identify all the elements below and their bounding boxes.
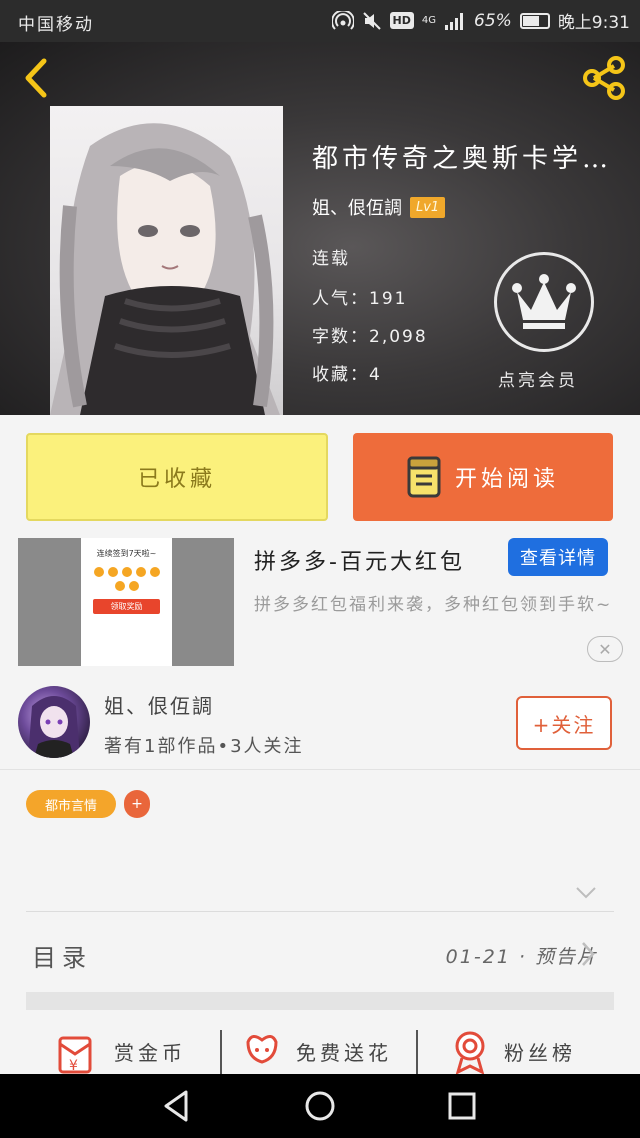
battery-icon — [519, 12, 550, 29]
chevron-left-icon — [25, 58, 47, 98]
serial-status: 连载 — [312, 249, 350, 269]
collected-button[interactable]: 已收藏 — [26, 433, 328, 521]
vip-button[interactable] — [494, 252, 594, 352]
carrier-label: 中国移动 — [18, 15, 94, 35]
book-cover[interactable] — [50, 106, 283, 415]
nav-back-icon[interactable] — [156, 1084, 200, 1128]
hd-icon: HD — [389, 12, 414, 29]
vip-label[interactable]: 点亮会员 — [498, 366, 578, 391]
signal-icon — [445, 12, 464, 30]
ad-details-button[interactable]: 查看详情 — [508, 538, 608, 576]
follow-button[interactable]: +关注 — [516, 696, 612, 750]
ad-phone-mock: 连续签到7天啦~ 领取奖励 — [81, 538, 172, 666]
svg-text:¥: ¥ — [69, 1058, 82, 1074]
author-card[interactable]: 姐、佷仾調 著有1部作品•3人关注 +关注 — [0, 678, 640, 770]
reward-coins-label: 赏金币 — [114, 1040, 186, 1065]
system-nav-bar — [0, 1074, 640, 1138]
close-icon: ✕ — [598, 639, 612, 659]
ad-description: 拼多多红包福利来袭，多种红包领到手软~ — [254, 595, 613, 615]
nav-recents-icon[interactable] — [440, 1084, 484, 1128]
network-type: 4G — [421, 14, 437, 26]
book-header: 都市传奇之奥斯卡学… 姐、佷仾調 Lv1 连载 人气：191 字数：2,098 … — [0, 42, 640, 415]
back-button[interactable] — [16, 56, 56, 100]
battery-percent: 65% — [474, 10, 512, 31]
book-icon — [407, 456, 441, 498]
ad-banner[interactable]: 连续签到7天啦~ 领取奖励 拼多多-百元大红包 查看详情 拼多多红包福利来袭，多… — [0, 530, 640, 672]
status-bar: 中国移动 HD 4G 65% 晚上9:31 — [0, 0, 640, 42]
fan-ranking-button[interactable]: 粉丝榜 — [450, 1028, 576, 1074]
separator — [220, 1030, 222, 1074]
word-count: 字数：2,098 — [312, 327, 428, 347]
cover-illustration — [50, 123, 280, 415]
ad-title[interactable]: 拼多多-百元大红包 — [254, 544, 465, 576]
send-flower-button[interactable]: 免费送花 — [242, 1028, 392, 1074]
chevron-right-icon[interactable] — [580, 940, 596, 968]
author-line: 姐、佷仾調 Lv1 — [312, 194, 446, 220]
red-envelope-icon: ¥ — [58, 1036, 92, 1074]
divider — [26, 911, 614, 912]
medal-icon — [455, 1031, 485, 1074]
popularity: 人气：191 — [312, 289, 408, 309]
fan-ranking-label: 粉丝榜 — [504, 1040, 576, 1065]
clock: 晚上9:31 — [557, 13, 630, 33]
share-button[interactable] — [580, 56, 628, 100]
author-name-label[interactable]: 姐、佷仾調 — [104, 690, 214, 719]
reward-coins-button[interactable]: ¥ 赏金币 — [54, 1028, 186, 1074]
separator — [416, 1030, 418, 1074]
section-spacer — [26, 992, 614, 1010]
share-icon — [583, 56, 625, 100]
author-name[interactable]: 姐、佷仾調 — [312, 194, 402, 220]
flower-icon — [246, 1035, 278, 1064]
toc-latest-chapter[interactable]: 01-21 · 预告片 — [446, 942, 598, 969]
level-badge: Lv1 — [410, 196, 446, 218]
crown-icon — [512, 274, 576, 329]
mute-icon — [362, 11, 381, 30]
favorites-count: 收藏：4 — [312, 365, 382, 385]
toc-label[interactable]: 目录 — [32, 938, 92, 973]
avatar[interactable] — [18, 686, 90, 758]
collected-label: 已收藏 — [137, 467, 216, 492]
ad-image[interactable]: 连续签到7天啦~ 领取奖励 — [18, 538, 234, 666]
start-reading-label: 开始阅读 — [454, 467, 559, 492]
hotspot-icon — [331, 10, 354, 30]
book-title: 都市传奇之奥斯卡学… — [312, 144, 613, 174]
start-reading-button[interactable]: 开始阅读 — [353, 433, 613, 521]
tag-item[interactable]: 都市言情 — [26, 790, 116, 818]
send-flower-label: 免费送花 — [296, 1040, 392, 1065]
author-stats: 著有1部作品•3人关注 — [104, 736, 304, 757]
ad-image-button: 领取奖励 — [93, 599, 160, 614]
ad-image-caption: 连续签到7天啦~ — [96, 549, 157, 558]
add-tag-button[interactable]: + — [124, 790, 150, 818]
ad-close-button[interactable]: ✕ — [587, 636, 623, 662]
nav-home-icon[interactable] — [298, 1084, 342, 1128]
chevron-down-icon[interactable] — [574, 884, 598, 902]
avatar-illustration — [28, 696, 80, 758]
